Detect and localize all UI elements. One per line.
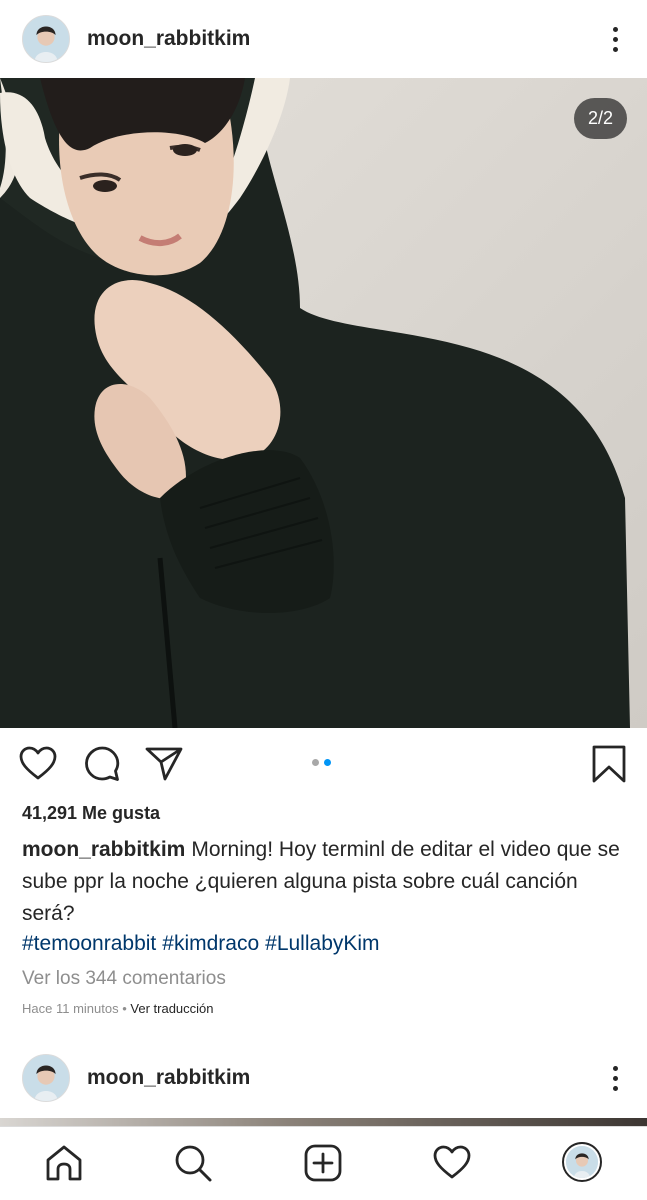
comment-icon[interactable] — [82, 744, 122, 784]
next-post-image[interactable] — [0, 1118, 647, 1126]
post-image — [0, 78, 647, 728]
hashtag-link[interactable]: #temoonrabbit — [22, 932, 156, 955]
heart-icon[interactable] — [18, 744, 58, 784]
likes-count[interactable]: 41,291 Me gusta — [22, 803, 160, 824]
post-header: moon_rabbitkim — [0, 0, 647, 78]
caption-username[interactable]: moon_rabbitkim — [22, 838, 185, 861]
caption: moon_rabbitkim Morning! Hoy terminl de ed… — [22, 834, 622, 930]
post-photo[interactable]: 2/2 — [0, 78, 647, 728]
hashtags: #temoonrabbit #kimdraco #LullabyKim — [22, 928, 386, 960]
search-icon[interactable] — [173, 1143, 213, 1183]
hashtag-link[interactable]: #kimdraco — [162, 932, 259, 955]
post-timestamp: Hace 11 minutos — [22, 1001, 119, 1016]
post-username[interactable]: moon_rabbitkim — [87, 1066, 250, 1090]
post-header: moon_rabbitkim — [0, 1038, 647, 1118]
more-options-icon[interactable] — [605, 1058, 625, 1098]
post-username[interactable]: moon_rabbitkim — [87, 27, 250, 51]
carousel-dot — [312, 759, 319, 766]
home-icon[interactable] — [44, 1143, 84, 1183]
carousel-dot-active — [324, 759, 331, 766]
avatar[interactable] — [22, 1054, 70, 1102]
bookmark-icon[interactable] — [589, 744, 629, 784]
view-comments-link[interactable]: Ver los 344 comentarios — [22, 968, 226, 990]
plus-square-icon[interactable] — [303, 1143, 343, 1183]
carousel-indicator — [312, 759, 331, 766]
profile-avatar[interactable] — [562, 1142, 602, 1182]
more-options-icon[interactable] — [605, 19, 625, 59]
avatar[interactable] — [22, 15, 70, 63]
hashtag-link[interactable]: #LullabyKim — [265, 932, 379, 955]
send-icon[interactable] — [144, 744, 184, 784]
heart-icon[interactable] — [432, 1143, 472, 1183]
post-meta: Hace 11 minutos • Ver traducción — [22, 1001, 214, 1016]
action-bar — [0, 728, 647, 804]
translate-link[interactable]: Ver traducción — [130, 1001, 213, 1016]
meta-separator: • — [122, 1001, 127, 1016]
image-counter: 2/2 — [573, 98, 627, 139]
bottom-nav — [0, 1126, 647, 1200]
